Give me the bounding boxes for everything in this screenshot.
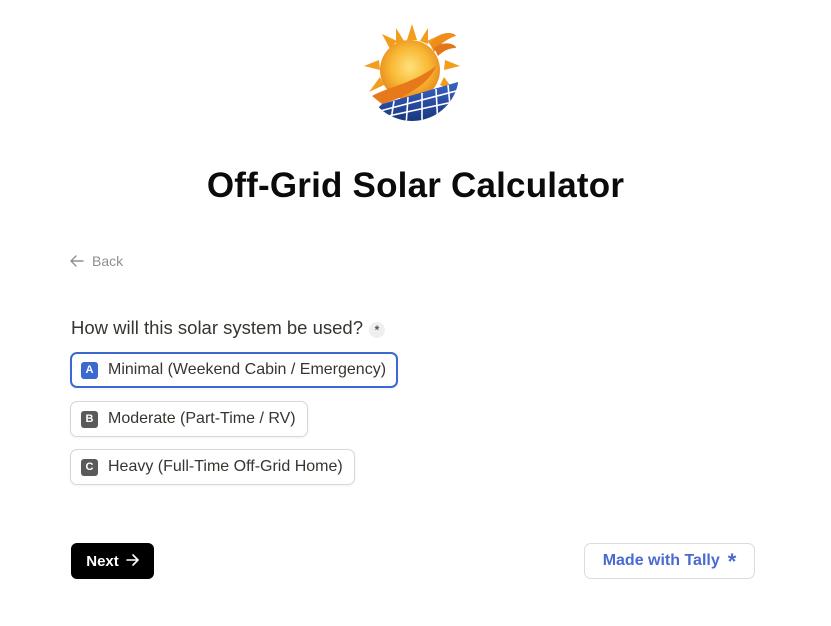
option-label: Heavy (Full-Time Off-Grid Home) [108,458,343,475]
asterisk-icon: * [727,549,737,574]
made-with-tally-link[interactable]: Made with Tally * [584,543,755,579]
page-title: Off-Grid Solar Calculator [206,166,625,205]
required-badge: * [369,321,385,338]
question-text: How will this solar system be used? [71,317,363,338]
next-label: Next [86,552,119,570]
option-key-badge: A [81,361,98,379]
option-key-badge: C [81,458,98,476]
sun-solar-panel-logo [360,22,464,126]
back-button[interactable]: Back [70,253,123,269]
option-heavy[interactable]: C Heavy (Full-Time Off-Grid Home) [70,449,355,485]
option-key-badge: B [81,410,98,428]
option-label: Minimal (Weekend Cabin / Emergency) [108,361,387,378]
arrow-right-icon [125,553,139,570]
option-moderate[interactable]: B Moderate (Part-Time / RV) [70,401,308,437]
tally-label: Made with Tally [602,552,720,569]
next-button[interactable]: Next [71,543,154,579]
option-label: Moderate (Part-Time / RV) [108,410,296,427]
option-minimal[interactable]: A Minimal (Weekend Cabin / Emergency) [70,352,399,388]
form-page: Off-Grid Solar Calculator Back How will … [0,0,831,626]
question-label: How will this solar system be used? * [71,317,385,339]
arrow-left-icon [70,255,84,267]
back-label: Back [92,253,124,269]
